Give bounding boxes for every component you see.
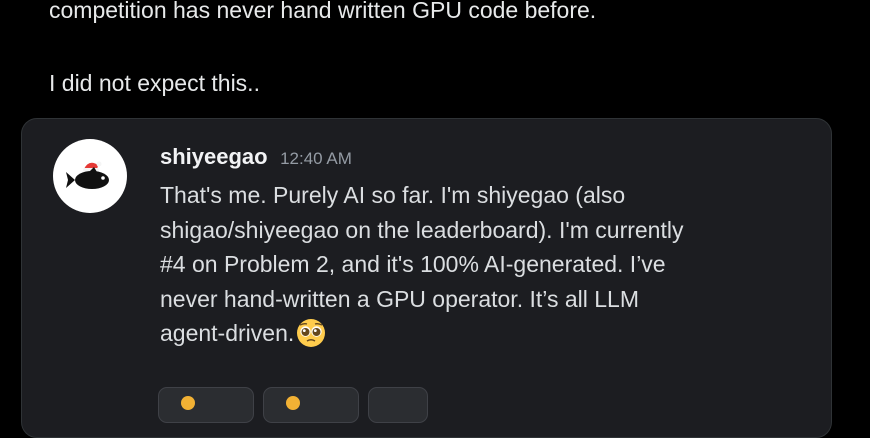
timestamp: 12:40 AM <box>280 149 352 168</box>
message-line: shigao/shiyeegao on the leaderboard). I'… <box>160 216 684 243</box>
embedded-discord-message[interactable]: shiyeegao 12:40 AM That's me. Purely AI … <box>21 118 832 438</box>
message-header: shiyeegao 12:40 AM <box>160 144 352 170</box>
pleading-face-emoji <box>296 318 326 358</box>
reaction-button[interactable] <box>263 387 359 423</box>
avatar[interactable] <box>53 139 127 213</box>
message-line: #4 on Problem 2, and it's 100% AI-genera… <box>160 251 666 277</box>
username[interactable]: shiyeegao <box>160 144 268 169</box>
tweet-text-line-2: I did not expect this.. <box>49 70 260 96</box>
reaction-emoji-icon <box>286 396 300 410</box>
message-line-text: agent-driven. <box>160 320 295 346</box>
message-content: That's me. Purely AI so far. I'm shiyega… <box>160 178 820 358</box>
message-line: never hand-written a GPU operator. It’s … <box>160 285 639 312</box>
reaction-emoji-icon <box>181 396 195 410</box>
reaction-button[interactable] <box>158 387 254 423</box>
message-line-last: agent-driven. <box>160 316 820 358</box>
fish-with-santa-hat-icon <box>66 161 109 189</box>
message-line: That's me. Purely AI so far. I'm shiyega… <box>160 182 626 208</box>
add-reaction-button[interactable] <box>368 387 428 423</box>
tweet-text-line-1: competition has never hand written GPU c… <box>49 0 597 23</box>
